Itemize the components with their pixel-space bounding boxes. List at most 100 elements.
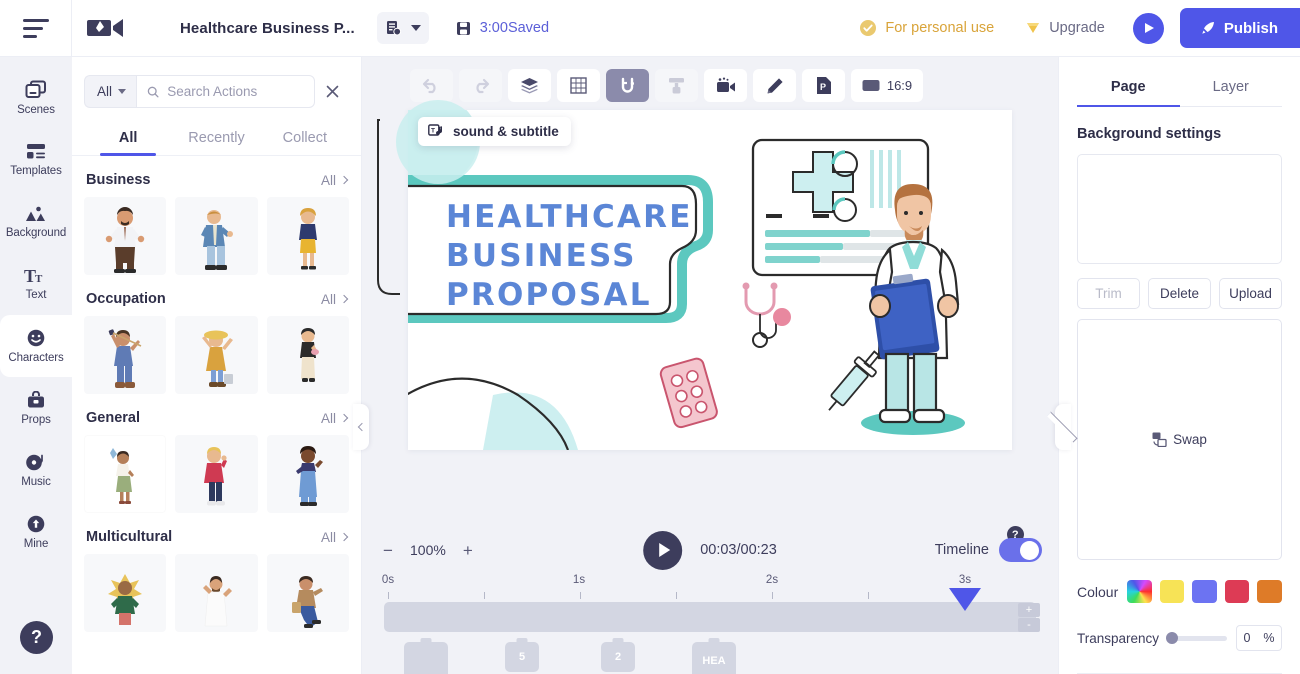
character-thumbnail[interactable] [175,554,258,632]
timeline-ruler[interactable]: 0s 1s 2s 3s [382,574,1036,602]
character-thumbnail[interactable] [266,316,349,394]
page-button[interactable]: P [802,69,845,102]
collapse-left-panel-button[interactable] [353,404,369,450]
filter-dropdown[interactable]: All [84,75,137,108]
category-all-link[interactable]: All [321,530,349,545]
panel-content[interactable]: Business All Occupation All General All … [72,156,361,674]
character-thumbnail[interactable] [266,197,349,275]
tab-layer[interactable]: Layer [1180,73,1283,106]
sidebar-item-background[interactable]: Background [0,191,72,253]
colour-picker-swatch[interactable] [1127,580,1152,603]
app-logo[interactable] [72,14,140,42]
search-field[interactable] [136,75,315,108]
category-title: Occupation [86,291,166,307]
transparency-slider[interactable] [1166,632,1227,644]
publish-button[interactable]: Publish [1179,8,1300,48]
timeline-frame[interactable] [378,642,474,674]
play-button[interactable] [643,530,683,570]
preview-button[interactable] [1132,12,1164,44]
for-personal-use-button[interactable]: For personal use [859,19,994,37]
sidebar-item-characters[interactable]: Characters [0,315,72,377]
header-actions: For personal use Upgrade Publish [859,8,1300,48]
timeline-label: Timeline [934,542,989,558]
timeline-track[interactable]: + - [384,588,1040,632]
category-all-link[interactable]: All [321,411,349,426]
delete-button[interactable]: Delete [1148,278,1211,309]
character-thumbnail[interactable] [266,554,349,632]
close-panel-button[interactable] [315,75,349,108]
sidebar-item-text[interactable]: T T Text [0,253,72,315]
character-thumbnail[interactable] [84,554,167,632]
transparency-value-box[interactable]: 0 % [1236,625,1282,651]
canvas-area[interactable]: HEALTHCARE BUSINESS PROPOSAL T sound & s… [362,100,1058,526]
sidebar-item-mine[interactable]: Mine [0,501,72,563]
sidebar-item-props[interactable]: Props [0,377,72,439]
upgrade-button[interactable]: Upgrade [1024,20,1105,36]
save-status[interactable]: 3:00Saved [455,20,549,37]
help-button[interactable]: ? [20,621,53,654]
grid-button[interactable] [557,69,600,102]
character-thumbnail[interactable] [175,197,258,275]
video-camera-icon [716,77,735,92]
background-preview[interactable] [1077,154,1282,264]
category-all-link[interactable]: All [321,173,349,188]
search-input[interactable] [167,84,304,99]
sidebar-item-label: Text [25,289,47,301]
tab-collect[interactable]: Collect [261,124,349,155]
category-header-multicultural: Multicultural All [84,513,349,554]
slide-title[interactable]: HEALTHCARE BUSINESS PROPOSAL [446,198,693,315]
pencil-button[interactable] [753,69,796,102]
sidebar-item-music[interactable]: Music [0,439,72,501]
sound-subtitle-tooltip[interactable]: T sound & subtitle [418,117,571,146]
upload-button[interactable]: Upload [1219,278,1282,309]
timeline-frame[interactable]: 5 [474,642,570,674]
category-all-label: All [320,291,336,307]
colour-swatch-red[interactable] [1224,580,1250,603]
sidebar-item-label: Templates [10,165,62,177]
hamburger-menu-button[interactable] [0,0,72,57]
app-header: Healthcare Business P... 3:00Saved For p… [0,0,1300,57]
timeline-toggle[interactable] [999,538,1042,562]
tab-recently[interactable]: Recently [172,124,260,155]
slider-knob[interactable] [1166,632,1179,644]
redo-button[interactable] [459,69,502,102]
paint-roller-button[interactable] [655,69,698,102]
character-thumbnail[interactable] [84,197,167,275]
version-history-button[interactable] [376,12,429,44]
colour-swatch-blue[interactable] [1192,580,1217,603]
collapse-right-panel-button[interactable] [1046,404,1078,450]
undo-button[interactable] [410,69,453,102]
character-thumbnail[interactable] [84,316,167,394]
character-thumbnail[interactable] [175,435,258,513]
chevron-down-icon [118,89,127,94]
timeline-frame[interactable]: 2 [570,642,666,674]
character-thumbnail[interactable] [84,435,167,513]
for-personal-use-label: For personal use [885,20,995,36]
video-camera-button[interactable] [704,69,747,102]
timeline-frame[interactable]: HEA [666,642,762,674]
swap-label: Swap [1173,432,1207,447]
swap-button[interactable]: Swap [1077,319,1282,560]
trim-button[interactable]: Trim [1077,278,1140,309]
category-all-link[interactable]: All [320,291,349,307]
magnet-button[interactable] [606,69,649,102]
zoom-out-button[interactable]: − [380,542,396,559]
aspect-ratio-button[interactable]: 16:9 [851,69,923,102]
tab-page[interactable]: Page [1077,73,1180,107]
tab-all[interactable]: All [84,124,172,156]
sidebar-item-scenes[interactable]: Scenes [0,67,72,129]
colour-swatch-yellow[interactable] [1159,580,1185,603]
timeline-zoom-out-button[interactable]: - [1018,618,1040,632]
character-thumbnail[interactable] [175,316,258,394]
characters-panel: All All Recently [72,57,362,674]
timeline-playhead[interactable] [949,588,981,611]
project-title[interactable]: Healthcare Business P... [180,20,355,37]
timeline-zoom-in-button[interactable]: + [1018,603,1040,617]
slide-canvas[interactable]: HEALTHCARE BUSINESS PROPOSAL T sound & s… [408,110,1012,450]
colour-swatch-orange[interactable] [1257,580,1282,603]
zoom-in-button[interactable]: + [460,542,476,559]
sidebar-item-templates[interactable]: Templates [0,129,72,191]
layers-button[interactable] [508,69,551,102]
character-thumbnail[interactable] [266,435,349,513]
playback-controls: 00:03/00:23 [643,530,777,570]
